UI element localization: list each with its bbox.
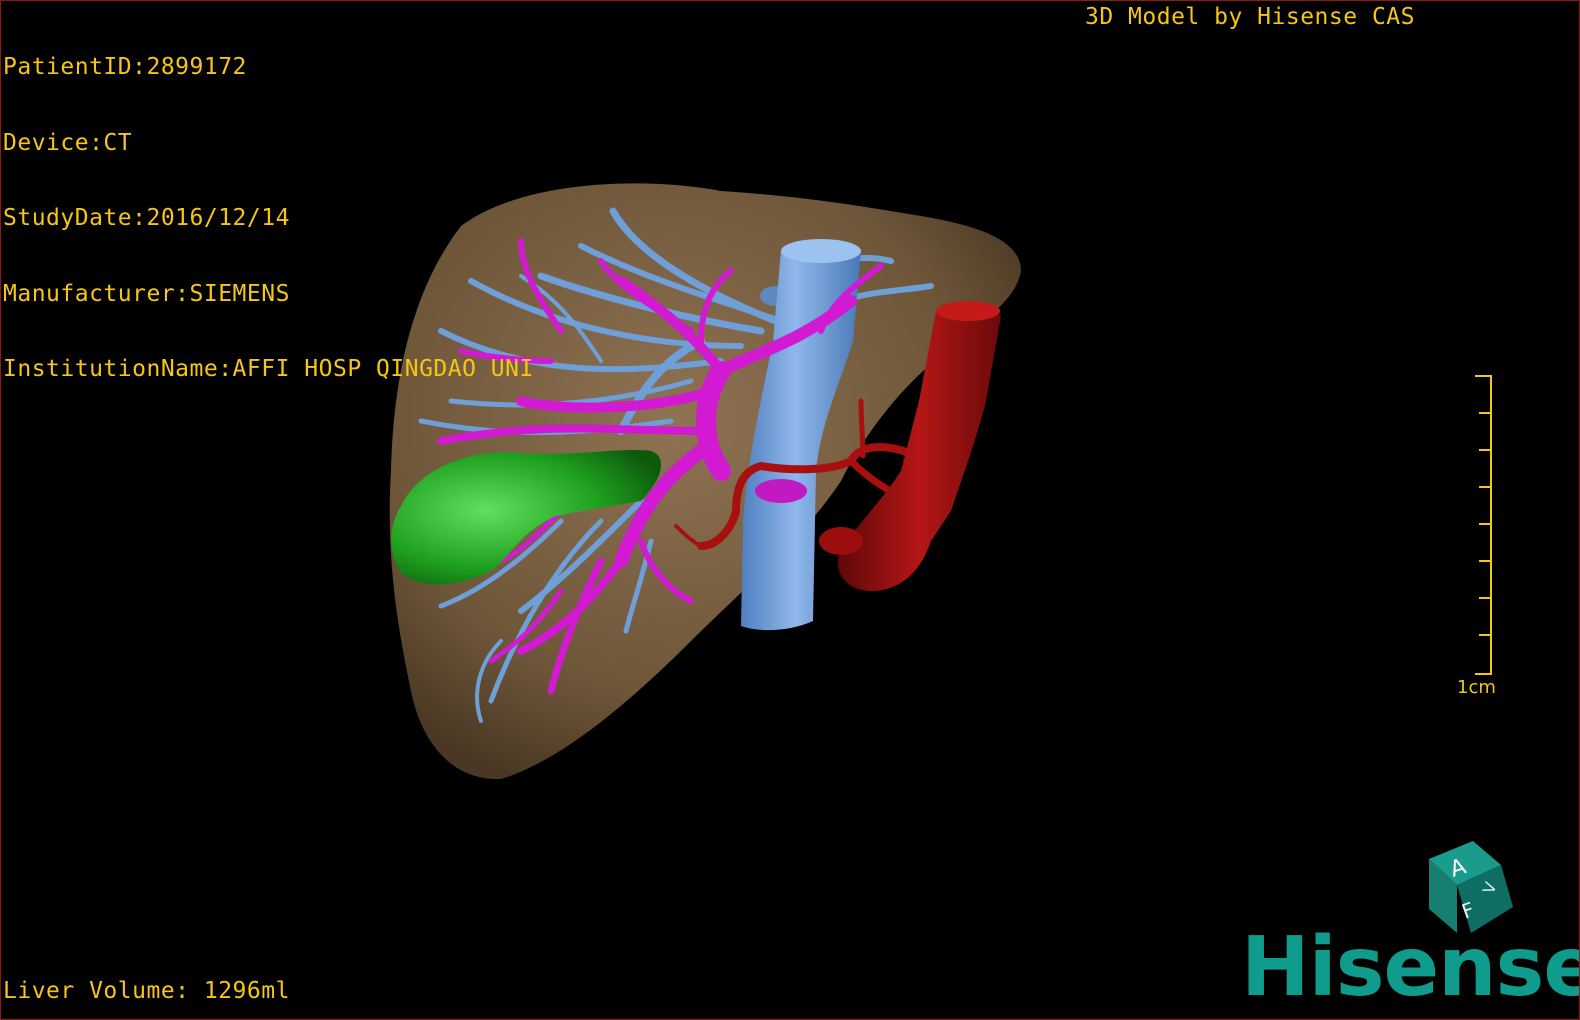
device-label: Device:CT xyxy=(3,129,133,156)
hisense-logo: Hisense xyxy=(1241,920,1580,1015)
3d-viewport[interactable]: PatientID:2899172 Device:CT StudyDate:20… xyxy=(0,0,1580,1020)
manufacturer-label: Manufacturer:SIEMENS xyxy=(3,280,290,307)
patient-id-label: PatientID:2899172 xyxy=(3,54,247,80)
scale-bar xyxy=(1475,375,1492,675)
liver-volume-label: Liver Volume: 1296ml xyxy=(3,978,290,1004)
model-title: 3D Model by Hisense CAS xyxy=(1085,4,1415,30)
study-date-label: StudyDate:2016/12/14 xyxy=(3,205,290,231)
scale-label: 1cm xyxy=(1457,677,1496,698)
institution-label: InstitutionName:AFFI HOSP QINGDAO UNI xyxy=(3,356,534,382)
dicom-info-overlay: PatientID:2899172 Device:CT StudyDate:20… xyxy=(3,5,534,433)
